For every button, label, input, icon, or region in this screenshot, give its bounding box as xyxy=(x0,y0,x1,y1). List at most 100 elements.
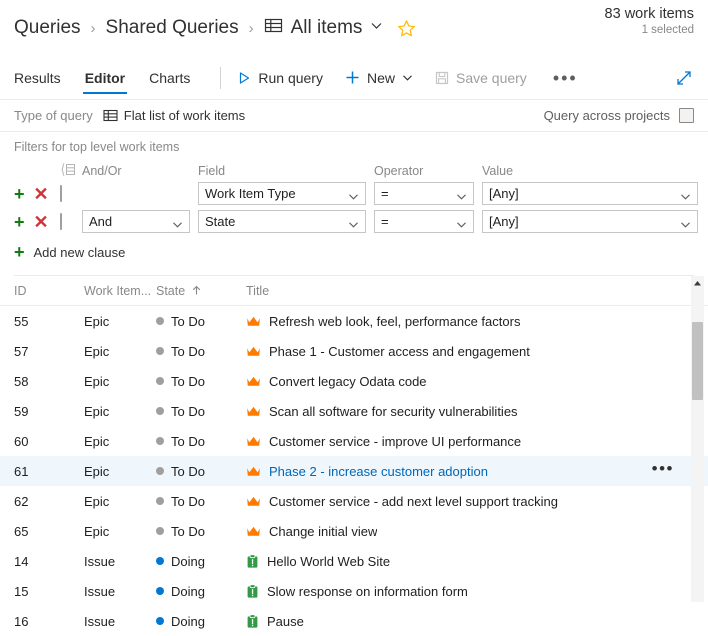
favorite-star-icon[interactable] xyxy=(397,19,416,38)
cell-title: Scan all software for security vulnerabi… xyxy=(246,404,694,419)
cell-title-text[interactable]: Scan all software for security vulnerabi… xyxy=(269,404,518,419)
cell-title-text[interactable]: Customer service - add next level suppor… xyxy=(269,494,558,509)
operator-select-value: = xyxy=(381,214,389,229)
value-select[interactable]: [Any] xyxy=(482,210,698,233)
table-row[interactable]: 16 Issue Doing Pause xyxy=(0,606,708,636)
column-header-title[interactable]: Title xyxy=(246,284,694,298)
table-row[interactable]: 58 Epic To Do Convert legacy Odata code xyxy=(0,366,708,396)
scroll-up-icon[interactable] xyxy=(691,280,704,287)
table-row[interactable]: 61 Epic To Do Phase 2 - increase customer … xyxy=(0,456,708,486)
state-dot-icon xyxy=(156,377,164,385)
cell-id: 57 xyxy=(14,343,29,359)
value-select-value: [Any] xyxy=(489,186,519,201)
query-type-value[interactable]: Flat list of work items xyxy=(103,108,245,123)
cell-id: 58 xyxy=(14,373,29,389)
clause-select-checkbox[interactable] xyxy=(60,213,62,230)
field-select[interactable]: Work Item Type xyxy=(198,182,366,205)
column-header-id[interactable]: ID xyxy=(14,284,84,298)
group-clauses-icon[interactable] xyxy=(60,162,76,177)
cell-title: Refresh web look, feel, performance fact… xyxy=(246,314,694,329)
cell-title-text[interactable]: Hello World Web Site xyxy=(267,554,390,569)
cell-title: Phase 1 - Customer access and engagement xyxy=(246,344,694,359)
state-dot-icon xyxy=(156,557,164,565)
tab-editor[interactable]: Editor xyxy=(73,56,137,100)
chevron-down-icon[interactable] xyxy=(370,19,383,37)
results-scrollbar[interactable] xyxy=(691,276,704,602)
breadcrumb-item-shared-queries[interactable]: Shared Queries xyxy=(106,17,239,39)
cell-title: Slow response on information form xyxy=(246,584,694,599)
row-context-menu-button[interactable]: ••• xyxy=(652,460,674,477)
andor-select[interactable]: And xyxy=(82,210,190,233)
breadcrumb-item-all-items[interactable]: All items xyxy=(291,17,363,39)
cell-title-text[interactable]: Customer service - improve UI performanc… xyxy=(269,434,521,449)
tab-results[interactable]: Results xyxy=(14,56,73,100)
cell-state: To Do xyxy=(156,374,246,389)
value-select[interactable]: [Any] xyxy=(482,182,698,205)
clipboard-icon xyxy=(246,553,259,569)
table-row[interactable]: 15 Issue Doing Slow response on informatio… xyxy=(0,576,708,606)
grid-icon xyxy=(264,16,283,40)
state-dot-icon xyxy=(156,497,164,505)
crown-icon xyxy=(246,524,261,538)
query-type-label: Type of query xyxy=(14,108,93,123)
cell-work-item-type: Epic xyxy=(84,523,110,539)
toolbar-more-button[interactable]: ••• xyxy=(553,69,578,87)
table-row[interactable]: 59 Epic To Do Scan all software for securi… xyxy=(0,396,708,426)
chevron-down-icon[interactable] xyxy=(402,72,413,83)
cell-title-text[interactable]: Phase 2 - increase customer adoption xyxy=(269,464,488,479)
state-dot-icon xyxy=(156,587,164,595)
query-across-projects-checkbox[interactable] xyxy=(679,108,694,123)
operator-select[interactable]: = xyxy=(374,210,474,233)
new-button[interactable]: New xyxy=(345,70,413,86)
andor-select[interactable] xyxy=(82,182,190,205)
expand-fullscreen-icon[interactable] xyxy=(674,68,694,88)
table-row[interactable]: 14 Issue Doing Hello World Web Site xyxy=(0,546,708,576)
cell-title: Change initial view xyxy=(246,524,694,539)
cell-state-label: Doing xyxy=(171,613,205,629)
cell-title-text[interactable]: Phase 1 - Customer access and engagement xyxy=(269,344,530,359)
filters-title: Filters for top level work items xyxy=(14,140,180,154)
cell-title-text[interactable]: Pause xyxy=(267,614,304,629)
add-clause-icon[interactable]: + xyxy=(14,185,25,203)
delete-clause-icon[interactable]: ✕ xyxy=(34,213,49,231)
operator-select[interactable]: = xyxy=(374,182,474,205)
cell-state: To Do xyxy=(156,404,246,419)
field-select[interactable]: State xyxy=(198,210,366,233)
toolbar-divider xyxy=(220,66,222,89)
scrollbar-thumb[interactable] xyxy=(692,322,703,400)
cell-title-text[interactable]: Convert legacy Odata code xyxy=(269,374,427,389)
cell-state-label: To Do xyxy=(171,313,205,329)
table-row[interactable]: 57 Epic To Do Phase 1 - Customer access an… xyxy=(0,336,708,366)
cell-work-item-type: Epic xyxy=(84,463,110,479)
cell-title-text[interactable]: Change initial view xyxy=(269,524,377,539)
cell-title: Customer service - add next level suppor… xyxy=(246,494,694,509)
table-row[interactable]: 65 Epic To Do Change initial view xyxy=(0,516,708,546)
add-new-clause-button[interactable]: + Add new clause xyxy=(14,243,125,261)
column-header-work-item-type[interactable]: Work Item... xyxy=(84,284,156,298)
chevron-down-icon xyxy=(348,191,359,202)
cell-title-text[interactable]: Refresh web look, feel, performance fact… xyxy=(269,314,520,329)
cell-state: To Do xyxy=(156,494,246,509)
add-clause-icon[interactable]: + xyxy=(14,213,25,231)
breadcrumb-separator: › xyxy=(248,19,254,37)
cell-state: Doing xyxy=(156,584,246,599)
total-work-items: 83 work items xyxy=(604,6,694,22)
run-query-button[interactable]: Run query xyxy=(237,70,323,86)
state-dot-icon xyxy=(156,317,164,325)
breadcrumb-item-queries[interactable]: Queries xyxy=(14,17,81,39)
save-query-button[interactable]: Save query xyxy=(435,70,527,86)
cell-title-text[interactable]: Slow response on information form xyxy=(267,584,468,599)
cell-id: 62 xyxy=(14,493,29,509)
table-row[interactable]: 62 Epic To Do Customer service - add next … xyxy=(0,486,708,516)
crown-icon xyxy=(246,344,261,358)
filters-section: Filters for top level work items And/Or … xyxy=(0,132,708,276)
column-header-state[interactable]: State xyxy=(156,284,246,298)
cell-state: To Do xyxy=(156,344,246,359)
table-row[interactable]: 55 Epic To Do Refresh web look, feel, perf… xyxy=(0,306,708,336)
clause-select-checkbox[interactable] xyxy=(60,185,62,202)
cell-id: 16 xyxy=(14,613,29,629)
table-row[interactable]: 60 Epic To Do Customer service - improve U… xyxy=(0,426,708,456)
state-dot-icon xyxy=(156,467,164,475)
tab-charts[interactable]: Charts xyxy=(137,56,202,100)
delete-clause-icon[interactable]: ✕ xyxy=(34,185,49,203)
